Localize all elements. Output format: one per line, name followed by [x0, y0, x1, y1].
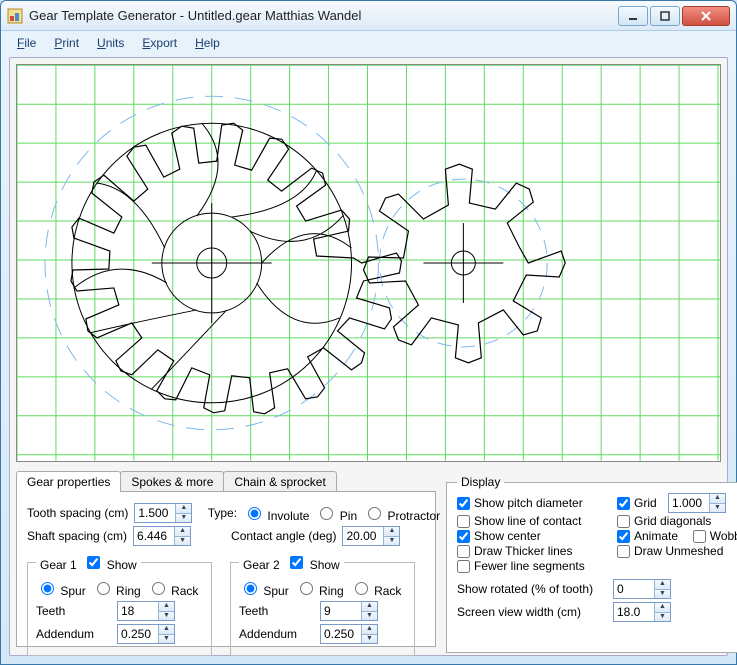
- cb-animate[interactable]: Animate: [617, 529, 678, 543]
- type-protractor[interactable]: Protractor: [363, 504, 440, 523]
- cb-wobbly[interactable]: Wobbly: [693, 529, 737, 543]
- maximize-button[interactable]: [650, 6, 680, 26]
- rotated-label: Show rotated (% of tooth): [457, 582, 607, 596]
- bottom-panel: Gear properties Spokes & more Chain & sp…: [16, 471, 721, 649]
- tab-gear-properties[interactable]: Gear properties: [16, 471, 121, 492]
- cb-unmeshed[interactable]: Draw Unmeshed: [617, 544, 737, 558]
- display-title: Display: [457, 475, 504, 489]
- gear1-addendum-label: Addendum: [36, 627, 111, 641]
- menu-print[interactable]: Print: [54, 36, 79, 50]
- screen-width-label: Screen view width (cm): [457, 605, 607, 619]
- cb-contact[interactable]: Show line of contact: [457, 514, 607, 528]
- gear2-show[interactable]: Show: [286, 558, 339, 572]
- shaft-spacing-label: Shaft spacing (cm): [27, 529, 127, 543]
- gear1-teeth-input[interactable]: ▲▼: [117, 601, 175, 621]
- cb-grid[interactable]: Grid: [617, 496, 657, 510]
- gear1-spur[interactable]: Spur: [36, 579, 86, 598]
- menu-file[interactable]: File: [17, 36, 36, 50]
- type-pin[interactable]: Pin: [315, 504, 357, 523]
- gear2-teeth-input[interactable]: ▲▼: [320, 601, 378, 621]
- menu-export[interactable]: Export: [142, 36, 177, 50]
- contact-angle-input[interactable]: ▲▼: [342, 526, 400, 546]
- gear2-addendum-input[interactable]: ▲▼: [320, 624, 378, 644]
- cb-fewer[interactable]: Fewer line segments: [457, 559, 607, 573]
- gear1-addendum-input[interactable]: ▲▼: [117, 624, 175, 644]
- gear2-group: Gear 2 Show Spur Ring Rack Teeth▲▼ Adden…: [230, 553, 415, 656]
- tab-chain[interactable]: Chain & sprocket: [223, 471, 336, 492]
- tooth-spacing-label: Tooth spacing (cm): [27, 506, 128, 520]
- cb-thicker[interactable]: Draw Thicker lines: [457, 544, 607, 558]
- shaft-spacing-input[interactable]: ▲▼: [133, 526, 191, 546]
- menu-help[interactable]: Help: [195, 36, 220, 50]
- type-label: Type:: [208, 506, 237, 520]
- app-window: Gear Template Generator - Untitled.gear …: [0, 0, 737, 665]
- menubar: File Print Units Export Help: [1, 31, 736, 55]
- gear2-ring[interactable]: Ring: [295, 579, 344, 598]
- titlebar[interactable]: Gear Template Generator - Untitled.gear …: [1, 1, 736, 31]
- gear1-teeth-label: Teeth: [36, 604, 111, 618]
- cb-center[interactable]: Show center: [457, 529, 607, 543]
- type-involute[interactable]: Involute: [243, 504, 309, 523]
- gear-canvas[interactable]: [16, 64, 721, 462]
- tab-spokes[interactable]: Spokes & more: [120, 471, 224, 492]
- window-title: Gear Template Generator - Untitled.gear …: [29, 8, 618, 23]
- close-button[interactable]: [682, 6, 730, 26]
- screen-width-input[interactable]: ▲▼: [613, 602, 671, 622]
- gear2-addendum-label: Addendum: [239, 627, 314, 641]
- gear2-rack[interactable]: Rack: [350, 579, 402, 598]
- gear1-group: Gear 1 Show Spur Ring Rack Teeth▲▼ Adden…: [27, 553, 212, 656]
- gear2-teeth-label: Teeth: [239, 604, 314, 618]
- gear2-spur[interactable]: Spur: [239, 579, 289, 598]
- app-icon: [7, 8, 23, 24]
- grid-input[interactable]: ▲▼: [668, 493, 726, 513]
- menu-units[interactable]: Units: [97, 36, 124, 50]
- cb-pitch[interactable]: Show pitch diameter: [457, 493, 607, 513]
- rotated-input[interactable]: ▲▼: [613, 579, 671, 599]
- minimize-button[interactable]: [618, 6, 648, 26]
- grid: [17, 65, 720, 460]
- gear1-rack[interactable]: Rack: [147, 579, 199, 598]
- display-group: Display Show pitch diameter Grid ▲▼ (cm)…: [446, 475, 737, 653]
- tooth-spacing-input[interactable]: ▲▼: [134, 503, 192, 523]
- gear1-ring[interactable]: Ring: [92, 579, 141, 598]
- cb-diag[interactable]: Grid diagonals: [617, 514, 737, 528]
- client-area: Gear properties Spokes & more Chain & sp…: [9, 57, 728, 656]
- gear1-show[interactable]: Show: [83, 558, 136, 572]
- tab-body: Tooth spacing (cm) ▲▼ Type: Involute Pin…: [16, 491, 436, 647]
- contact-angle-label: Contact angle (deg): [231, 529, 336, 543]
